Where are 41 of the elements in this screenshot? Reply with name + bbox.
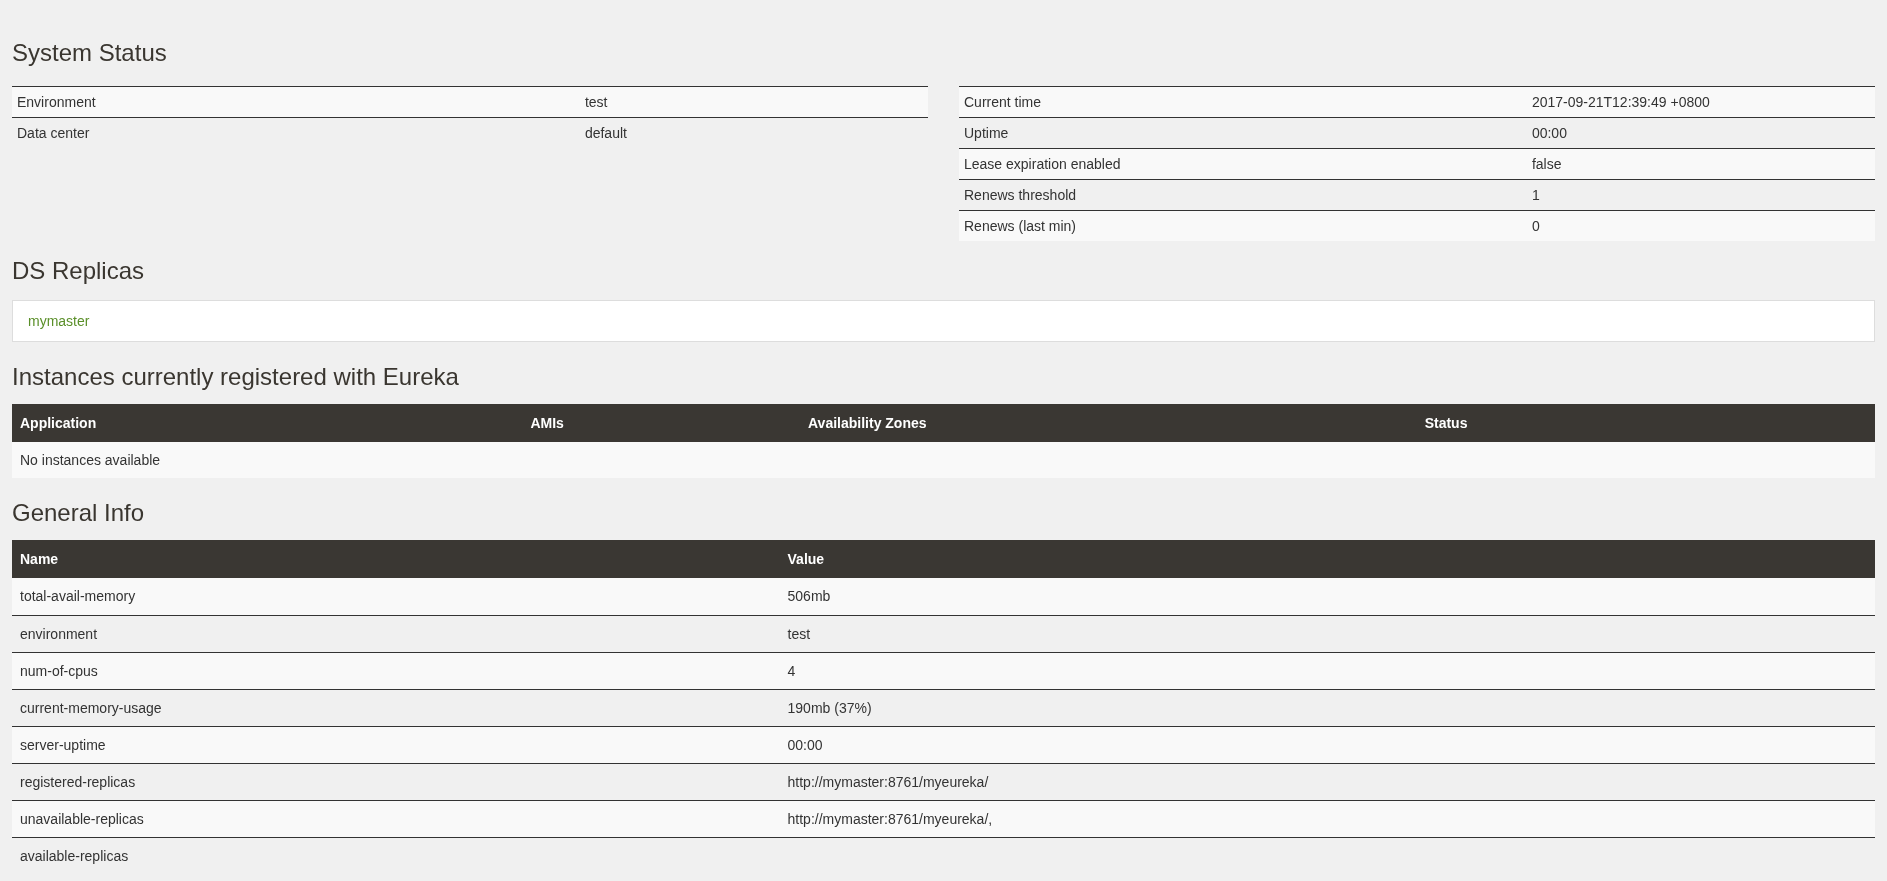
info-name: current-memory-usage (19, 698, 163, 718)
section-heading: System Status (12, 38, 167, 68)
info-name: unavailable-replicas (19, 809, 145, 829)
column-heading: Status (1423, 413, 1469, 433)
status-label: Data center (16, 123, 91, 143)
info-value: 190mb (37%) (786, 698, 872, 718)
info-value: http://mymaster:8761/myeureka/, (786, 809, 993, 829)
info-name: num-of-cpus (19, 661, 99, 681)
column-heading: Availability Zones (807, 413, 928, 433)
replica-link[interactable]: mymaster (28, 310, 90, 332)
status-value: test (583, 92, 608, 112)
column-heading: AMIs (529, 413, 565, 433)
column-heading: Value (786, 549, 826, 569)
info-name: total-avail-memory (19, 587, 137, 606)
info-name: server-uptime (19, 735, 107, 755)
info-value: http://mymaster:8761/myeureka/ (786, 772, 989, 792)
info-name: registered-replicas (19, 772, 137, 792)
info-value: 00:00 (786, 735, 823, 755)
status-value: 1 (1530, 185, 1540, 205)
status-label: Renews threshold (963, 185, 1078, 205)
info-name: available-replicas (19, 846, 130, 866)
status-label: Renews (last min) (963, 216, 1078, 236)
info-name: environment (19, 624, 99, 644)
status-label: Current time (963, 92, 1043, 112)
status-label: Uptime (963, 123, 1010, 143)
status-value: 2017-09-21T12:39:49 +0800 (1530, 92, 1710, 112)
info-value: test (786, 624, 811, 644)
column-heading: Name (19, 549, 60, 569)
empty-message: No instances available (19, 450, 161, 470)
column-heading: Application (19, 413, 98, 433)
info-value: 4 (786, 661, 796, 681)
section-heading: Instances currently registered with Eureka (12, 362, 460, 392)
status-value: false (1530, 154, 1562, 174)
status-value: default (583, 123, 627, 143)
status-value: 0 (1530, 216, 1540, 236)
status-label: Lease expiration enabled (963, 154, 1122, 174)
section-heading: General Info (12, 498, 146, 528)
status-label: Environment (16, 92, 97, 112)
info-value: 506mb (786, 587, 831, 606)
section-heading: DS Replicas (12, 256, 146, 286)
status-value: 00:00 (1530, 123, 1567, 143)
